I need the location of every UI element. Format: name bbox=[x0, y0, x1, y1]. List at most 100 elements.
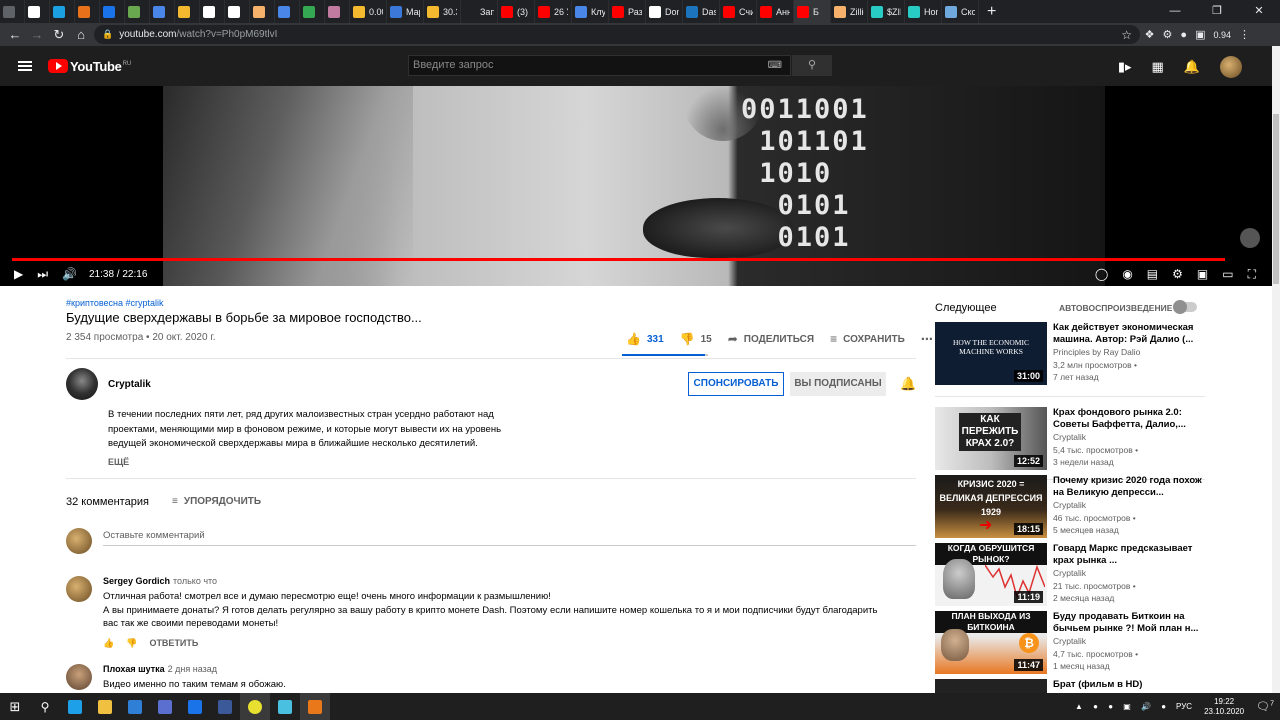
minimize-icon[interactable]: — bbox=[1154, 0, 1196, 23]
extension-puzzle-icon[interactable]: ⚙ bbox=[1163, 28, 1173, 41]
browser-tab[interactable]: Hom bbox=[905, 0, 942, 23]
browser-tab[interactable] bbox=[300, 0, 325, 23]
forward-icon[interactable]: → bbox=[26, 27, 48, 42]
extension-meter-icon[interactable]: ▣ bbox=[1195, 28, 1205, 41]
sidebar-video[interactable]: HOW THE ECONOMIC MACHINE WORKS 31:00 Как… bbox=[935, 322, 1205, 386]
more-actions-button[interactable]: ⋯ bbox=[921, 332, 933, 346]
subscribed-button[interactable]: ВЫ ПОДПИСАНЫ bbox=[790, 372, 886, 396]
extension-cube-icon[interactable]: ❖ bbox=[1145, 28, 1155, 41]
browser-tab[interactable] bbox=[250, 0, 275, 23]
taskbar-app[interactable] bbox=[150, 693, 180, 720]
browser-tab[interactable]: 26 Ус bbox=[535, 0, 572, 23]
browser-tab[interactable]: 0.000 bbox=[350, 0, 387, 23]
video-thumbnail[interactable]: ПЛАН ВЫХОДА ИЗ БИТКОИНА ₿ 11:47 bbox=[935, 611, 1047, 674]
channel-avatar[interactable] bbox=[66, 368, 98, 400]
browser-tab[interactable] bbox=[50, 0, 75, 23]
show-more-button[interactable]: ЕЩЁ bbox=[108, 457, 129, 467]
browser-tab[interactable]: Скор bbox=[942, 0, 979, 23]
browser-tab[interactable]: Счит bbox=[720, 0, 757, 23]
keyboard-icon[interactable]: ⌨ bbox=[768, 60, 782, 71]
browser-tab[interactable] bbox=[100, 0, 125, 23]
theater-mode-icon[interactable]: ▭ bbox=[1222, 267, 1233, 282]
sort-comments-button[interactable]: ≡ УПОРЯДОЧИТЬ bbox=[172, 496, 261, 507]
comment-author[interactable]: Sergey Gordich bbox=[103, 576, 170, 586]
video-thumbnail[interactable]: КАК ПЕРЕЖИТЬ КРАХ 2.0? 12:52 bbox=[935, 407, 1047, 470]
video-thumbnail[interactable]: КРИЗИС 2020 = ВЕЛИКАЯ ДЕПРЕССИЯ 1929 ➜ 1… bbox=[935, 475, 1047, 538]
comment-like-icon[interactable]: 👍 bbox=[103, 638, 114, 649]
browser-tab[interactable] bbox=[25, 0, 50, 23]
reload-icon[interactable]: ↻ bbox=[48, 27, 70, 43]
next-icon[interactable]: ⏭ bbox=[37, 267, 48, 282]
back-icon[interactable]: ← bbox=[4, 27, 26, 42]
browser-tab[interactable]: Разр bbox=[609, 0, 646, 23]
browser-tab[interactable]: Марж bbox=[387, 0, 424, 23]
share-button[interactable]: ➦ ПОДЕЛИТЬСЯ bbox=[728, 332, 814, 346]
taskbar-app[interactable] bbox=[120, 693, 150, 720]
shield-icon[interactable]: ◯ bbox=[1095, 267, 1108, 282]
like-button[interactable]: 👍 331 bbox=[626, 332, 664, 346]
channel-bell-icon[interactable]: 🔔 bbox=[900, 376, 916, 392]
comment-time[interactable]: 2 дня назад bbox=[168, 664, 217, 674]
sponsor-button[interactable]: СПОНСИРОВАТЬ bbox=[688, 372, 784, 396]
browser-tab[interactable] bbox=[325, 0, 350, 23]
browser-tab[interactable]: $ZIL bbox=[868, 0, 905, 23]
save-button[interactable]: ≡ СОХРАНИТЬ bbox=[830, 332, 905, 346]
address-bar[interactable]: 🔒 youtube.com/watch?v=Ph0pM69tlvI ☆ bbox=[94, 25, 1140, 44]
start-button[interactable]: ⊞ bbox=[0, 693, 30, 720]
browser-tab[interactable] bbox=[125, 0, 150, 23]
user-avatar[interactable] bbox=[1220, 56, 1242, 78]
close-icon[interactable]: ✕ bbox=[1238, 0, 1280, 23]
menu-dots-icon[interactable]: ⋮ bbox=[1239, 28, 1250, 41]
tray-icons[interactable]: ▲ ● ● ▣ 🔊 ● bbox=[1075, 702, 1170, 711]
notifications-icon[interactable]: 🗨7 bbox=[1256, 700, 1274, 713]
browser-tab[interactable]: Dash bbox=[683, 0, 720, 23]
extension-profile-icon[interactable]: ● bbox=[1180, 29, 1187, 41]
settings-gear-icon[interactable]: ⚙ bbox=[1172, 267, 1183, 282]
comment-reply-button[interactable]: ОТВЕТИТЬ bbox=[149, 638, 198, 649]
add-comment-input[interactable]: Оставьте комментарий bbox=[103, 530, 205, 541]
ublock-icon[interactable]: ◉ bbox=[1122, 267, 1132, 282]
fullscreen-icon[interactable]: ⛶ bbox=[1248, 267, 1256, 282]
taskbar-app[interactable] bbox=[60, 693, 90, 720]
play-icon[interactable]: ▶ bbox=[14, 267, 23, 281]
autoplay-toggle[interactable] bbox=[1173, 300, 1197, 314]
taskbar-app[interactable] bbox=[90, 693, 120, 720]
sidebar-video[interactable]: Брат (фильм в HD) bbox=[935, 679, 1205, 693]
comment-dislike-icon[interactable]: 👎 bbox=[126, 638, 137, 649]
channel-name[interactable]: Cryptalik bbox=[108, 379, 151, 390]
new-tab-button[interactable]: + bbox=[979, 3, 1004, 21]
sidebar-video[interactable]: КРИЗИС 2020 = ВЕЛИКАЯ ДЕПРЕССИЯ 1929 ➜ 1… bbox=[935, 475, 1205, 539]
browser-tab[interactable]: Анна bbox=[757, 0, 794, 23]
browser-tab[interactable] bbox=[225, 0, 250, 23]
browser-tab[interactable]: Б bbox=[794, 0, 831, 23]
browser-tab[interactable]: 30.3€ bbox=[424, 0, 461, 23]
youtube-logo[interactable]: YouTube RU bbox=[48, 59, 131, 74]
restore-icon[interactable]: ❐ bbox=[1196, 0, 1238, 23]
dislike-button[interactable]: 👎 15 bbox=[680, 332, 712, 346]
browser-tab[interactable] bbox=[150, 0, 175, 23]
progress-bar[interactable] bbox=[12, 258, 1225, 261]
browser-tab[interactable] bbox=[0, 0, 25, 23]
taskbar-app[interactable] bbox=[180, 693, 210, 720]
browser-tab[interactable]: (3) sl bbox=[498, 0, 535, 23]
taskbar-app[interactable] bbox=[210, 693, 240, 720]
taskbar-app[interactable] bbox=[240, 693, 270, 720]
browser-tab[interactable]: Dona bbox=[646, 0, 683, 23]
hamburger-menu-icon[interactable] bbox=[18, 61, 32, 71]
browser-tab[interactable]: Клуб bbox=[572, 0, 609, 23]
search-input[interactable]: Введите запрос ⌨ bbox=[408, 55, 791, 76]
notifications-bell-icon[interactable]: 🔔 bbox=[1184, 59, 1200, 75]
search-taskbar-button[interactable]: ⚲ bbox=[30, 693, 60, 720]
language-indicator[interactable]: РУС bbox=[1176, 702, 1192, 711]
sidebar-video[interactable]: ПЛАН ВЫХОДА ИЗ БИТКОИНА ₿ 11:47 Буду про… bbox=[935, 611, 1205, 675]
page-scrollbar[interactable] bbox=[1272, 46, 1280, 693]
sidebar-video[interactable]: КОГДА ОБРУШИТСЯ РЫНОК? 11:19 Говард Марк… bbox=[935, 543, 1205, 607]
volume-icon[interactable]: 🔊 bbox=[62, 267, 77, 281]
home-icon[interactable]: ⌂ bbox=[70, 27, 92, 42]
comment-avatar[interactable] bbox=[66, 664, 92, 690]
browser-tab[interactable]: Запи bbox=[461, 0, 498, 23]
video-thumbnail[interactable]: КОГДА ОБРУШИТСЯ РЫНОК? 11:19 bbox=[935, 543, 1047, 606]
comment-time[interactable]: только что bbox=[173, 576, 217, 586]
miniplayer-icon[interactable]: ▣ bbox=[1197, 267, 1208, 282]
video-thumbnail[interactable] bbox=[935, 679, 1047, 693]
